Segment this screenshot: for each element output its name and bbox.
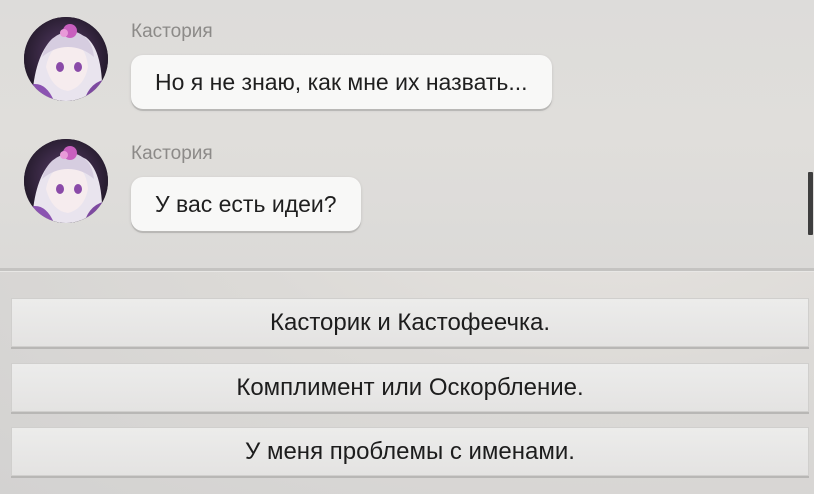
dialogue-option-2[interactable]: Комплимент или Оскорбление. <box>11 363 809 412</box>
message-bubble: Но я не знаю, как мне их назвать... <box>131 55 552 109</box>
character-portrait-icon <box>24 139 108 223</box>
chat-scrollbar[interactable] <box>806 0 814 268</box>
sender-name: Кастория <box>131 143 213 164</box>
divider <box>0 268 814 271</box>
character-portrait-icon <box>24 17 108 101</box>
sender-name: Кастория <box>131 21 213 42</box>
dialogue-option-3[interactable]: У меня проблемы с именами. <box>11 427 809 476</box>
scrollbar-thumb[interactable] <box>808 172 813 235</box>
dialogue-option-1[interactable]: Касторик и Кастофеечка. <box>11 298 809 347</box>
message-bubble: У вас есть идеи? <box>131 177 361 231</box>
chat-log: Кастория Но я не знаю, как мне их назват… <box>0 0 814 268</box>
